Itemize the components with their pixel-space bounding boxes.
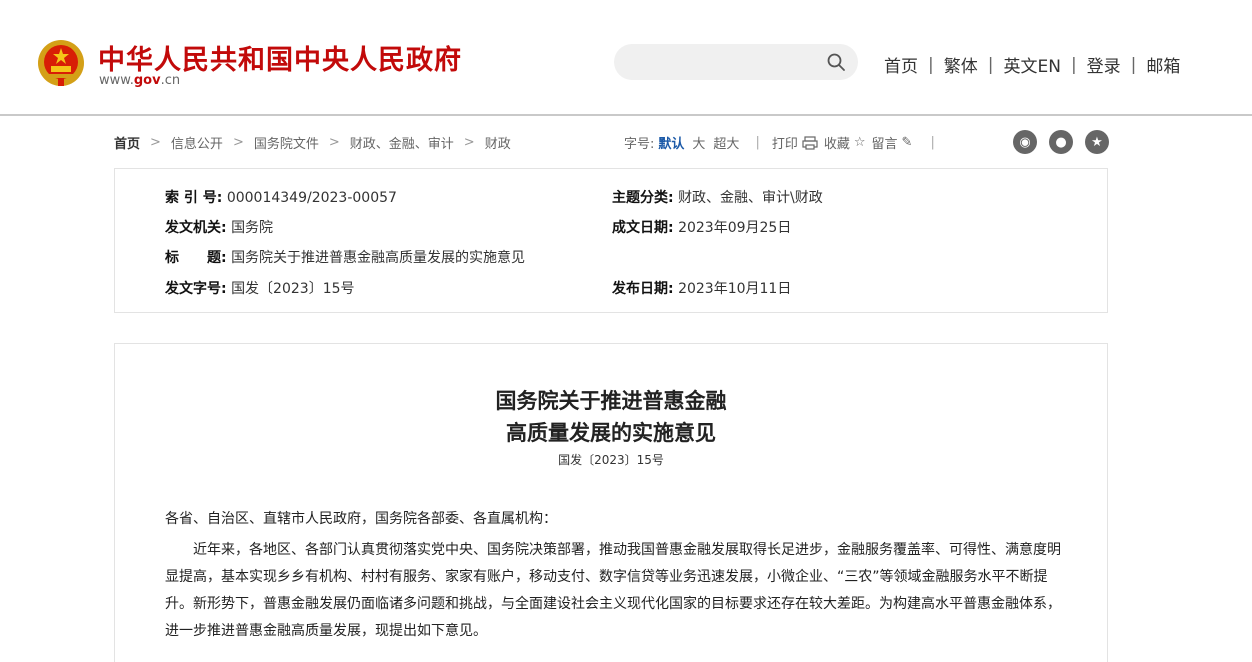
pencil-icon[interactable]: ✎ [902, 135, 913, 150]
breadcrumb-state-council-docs[interactable]: 国务院文件 [254, 133, 319, 152]
nav-home-link[interactable]: 首页 [884, 52, 918, 77]
share-icons: ◉ ● ★ [1013, 130, 1109, 154]
site-name[interactable]: 中华人民共和国中央人民政府 [98, 38, 462, 77]
nav-english-link[interactable]: 英文EN [1003, 52, 1060, 77]
meta-topic-value: 财政、金融、审计\财政 [678, 190, 823, 206]
meta-docno-value: 国发〔2023〕15号 [231, 281, 355, 297]
meta-topic-row: 主题分类: 财政、金融、审计\财政 [612, 187, 823, 207]
nav-mail-link[interactable]: 邮箱 [1146, 52, 1180, 77]
print-button[interactable]: 打印 [772, 133, 798, 152]
meta-written-label: 成文日期: [612, 220, 674, 236]
page-toolbar: 字号: 默认 大 超大 | 打印 收藏 ☆ 留言 ✎ | [624, 133, 935, 152]
font-size-label: 字号: [624, 137, 655, 152]
document-meta-table: 索 引 号: 000014349/2023-00057 主题分类: 财政、金融、… [114, 168, 1108, 313]
document-title-line1: 国务院关于推进普惠金融 [495, 388, 727, 413]
breadcrumb-arrow: > [463, 135, 475, 150]
meta-topic-label: 主题分类: [612, 190, 674, 206]
breadcrumb: 首页 > 信息公开 > 国务院文件 > 财政、金融、审计 > 财政 [114, 133, 511, 152]
meta-written-row: 成文日期: 2023年09月25日 [612, 217, 791, 237]
document-number: 国发〔2023〕15号 [558, 453, 664, 467]
printer-icon[interactable] [802, 135, 818, 150]
document-title-line2: 高质量发展的实施意见 [506, 420, 716, 445]
meta-issuer-value: 国务院 [231, 220, 274, 236]
meta-title-label: 标 题: [165, 250, 227, 266]
font-large-button[interactable]: 大 [692, 133, 705, 152]
meta-index-label: 索 引 号: [165, 190, 223, 206]
search-icon[interactable] [826, 52, 846, 72]
meta-issuer-row: 发文机关: 国务院 [165, 217, 273, 237]
wechat-icon[interactable]: ● [1049, 130, 1073, 154]
breadcrumb-home[interactable]: 首页 [114, 133, 140, 152]
star-icon[interactable]: ☆ [854, 135, 866, 150]
meta-issuer-label: 发文机关: [165, 220, 227, 236]
star-circle-icon[interactable]: ★ [1085, 130, 1109, 154]
document-paragraph: 近年来，各地区、各部门认真贯彻落实党中央、国务院决策部署，推动我国普惠金融发展取… [165, 542, 1061, 639]
breadcrumb-finance-audit[interactable]: 财政、金融、审计 [350, 133, 454, 152]
meta-published-row: 发布日期: 2023年10月11日 [612, 278, 791, 298]
meta-docno-label: 发文字号: [165, 281, 227, 297]
breadcrumb-arrow: > [150, 135, 161, 150]
breadcrumb-finance[interactable]: 财政 [485, 133, 511, 152]
breadcrumb-arrow: > [328, 135, 340, 150]
meta-written-value: 2023年09月25日 [678, 220, 792, 236]
meta-docno-row: 发文字号: 国发〔2023〕15号 [165, 278, 355, 298]
meta-title-value: 国务院关于推进普惠金融高质量发展的实施意见 [231, 250, 526, 266]
font-default-button[interactable]: 默认 [658, 133, 684, 152]
site-url[interactable]: www.gov.cn [99, 73, 180, 88]
document-body: 国务院关于推进普惠金融 高质量发展的实施意见 国发〔2023〕15号 各省、自治… [114, 343, 1108, 662]
breadcrumb-info-public[interactable]: 信息公开 [171, 133, 223, 152]
favorite-button[interactable]: 收藏 [824, 133, 850, 152]
meta-title-row: 标 题: 国务院关于推进普惠金融高质量发展的实施意见 [165, 247, 525, 267]
meta-published-label: 发布日期: [612, 281, 674, 297]
breadcrumb-arrow: > [232, 135, 244, 150]
top-nav: 首页 | 繁体 | 英文EN | 登录 | 邮箱 [884, 52, 1180, 78]
site-header: 中华人民共和国中央人民政府 www.gov.cn 首页 | 繁体 | 英文EN … [0, 0, 1252, 116]
meta-published-value: 2023年10月11日 [678, 281, 792, 297]
nav-traditional-link[interactable]: 繁体 [944, 52, 978, 77]
nav-login-link[interactable]: 登录 [1087, 52, 1121, 77]
meta-index-row: 索 引 号: 000014349/2023-00057 [165, 187, 397, 207]
document-salutation: 各省、自治区、直辖市人民政府，国务院各部委、各直属机构： [165, 511, 557, 527]
national-emblem-icon[interactable] [36, 38, 86, 88]
meta-index-value: 000014349/2023-00057 [226, 190, 397, 206]
weibo-icon[interactable]: ◉ [1013, 130, 1037, 154]
font-xlarge-button[interactable]: 超大 [713, 133, 739, 152]
comment-button[interactable]: 留言 [872, 133, 898, 152]
search-input[interactable] [614, 44, 858, 80]
